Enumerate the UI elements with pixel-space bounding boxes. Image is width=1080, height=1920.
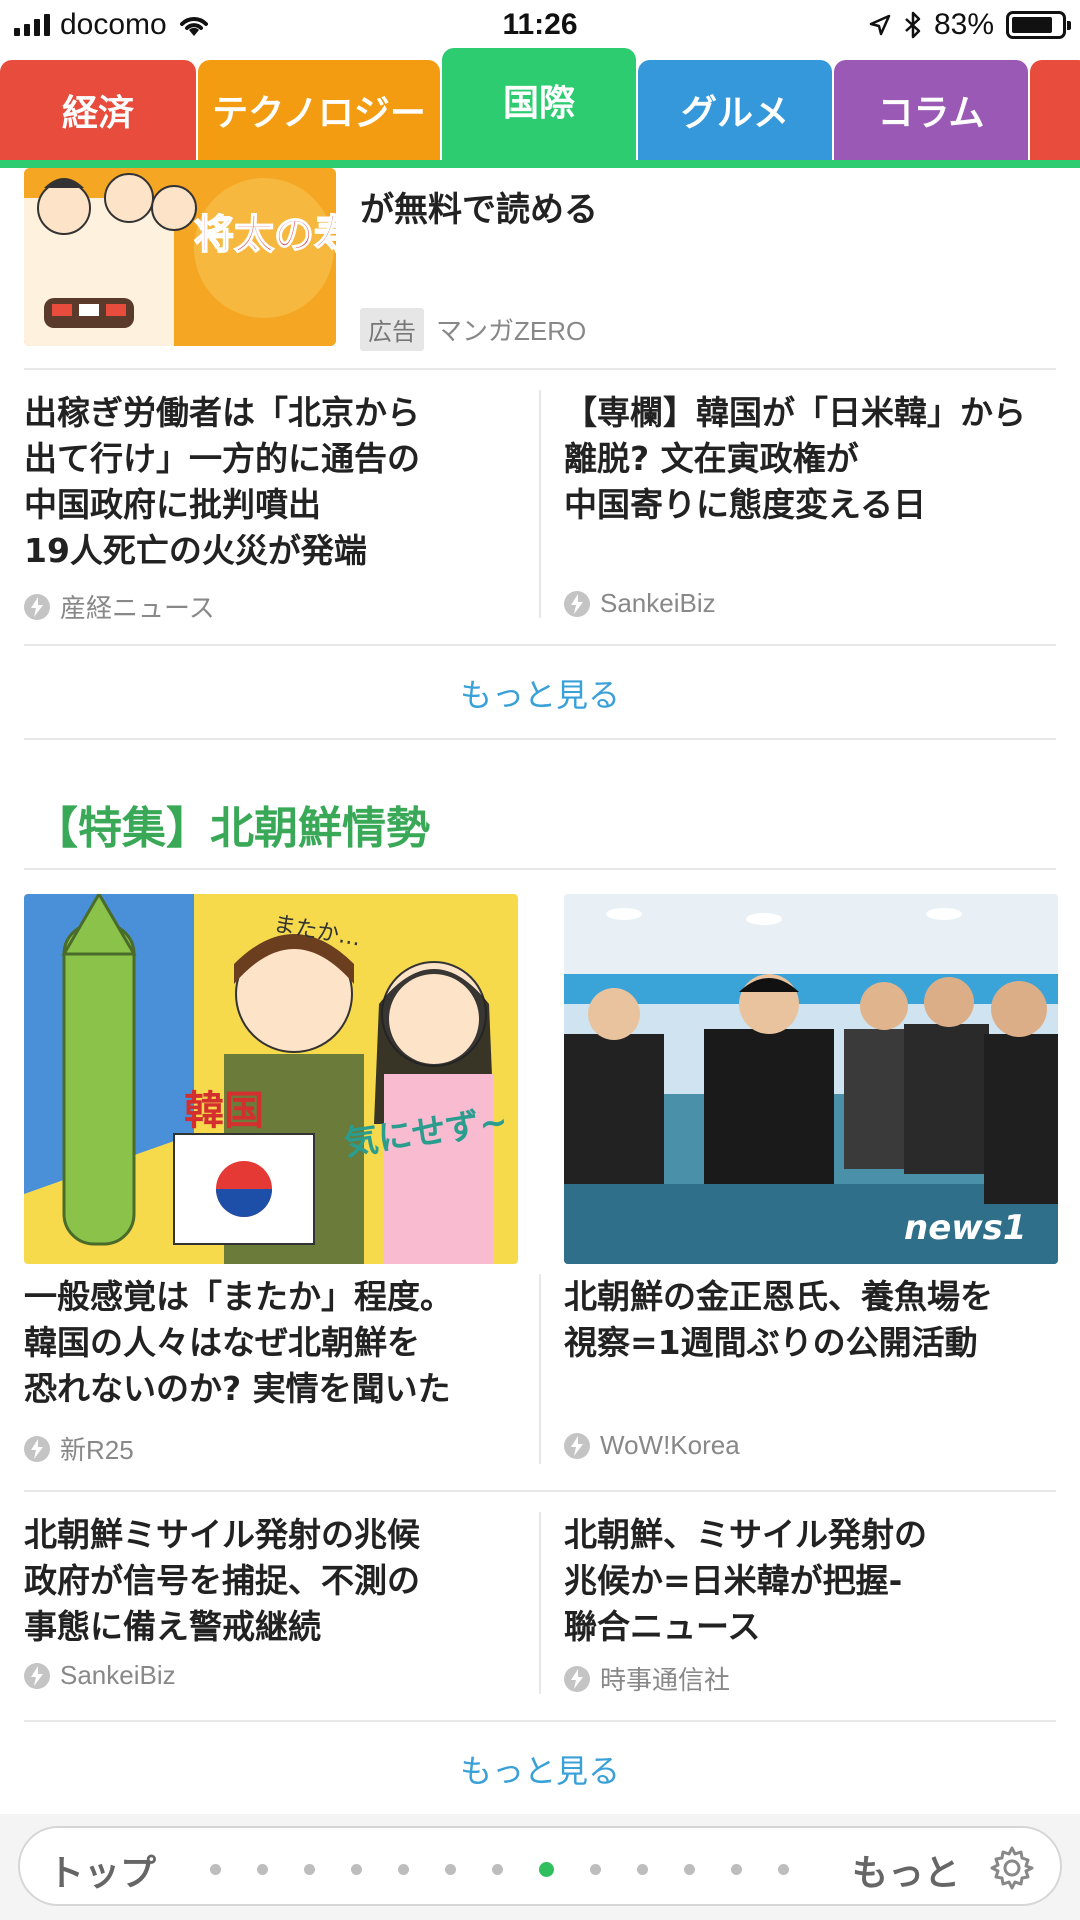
article-title: 一般感覚は「またか」程度。 韓国の人々はなぜ北朝鮮を 恐れないのか? 実情を聞い…	[24, 1277, 453, 1408]
tab-next-partial[interactable]	[1030, 60, 1080, 160]
watermark: news1	[904, 1208, 1027, 1248]
lightning-icon	[24, 1435, 50, 1462]
tab-underline	[0, 160, 1080, 168]
source-name: 時事通信社	[600, 1665, 731, 1695]
more-button[interactable]: もっと見る	[0, 1746, 1080, 1792]
tab-label: テクノロジー	[212, 93, 426, 134]
tab-label: 経済	[61, 93, 134, 134]
page-dot-active[interactable]	[539, 1862, 554, 1877]
article-source: SankeiBiz	[564, 588, 716, 619]
tab-label: グルメ	[680, 93, 789, 134]
column-divider	[539, 1274, 541, 1464]
bluetooth-icon	[905, 11, 921, 39]
article-source: SankeiBiz	[24, 1660, 176, 1691]
lightning-icon	[564, 1432, 590, 1459]
source-name: 産経ニュース	[60, 593, 215, 623]
column-divider	[539, 1512, 541, 1694]
tab-column[interactable]: コラム	[834, 60, 1028, 160]
page-dot[interactable]	[445, 1864, 456, 1875]
source-name: SankeiBiz	[600, 588, 716, 618]
lightning-icon	[564, 590, 590, 617]
article-card[interactable]: 一般感覚は「またか」程度。 韓国の人々はなぜ北朝鮮を 恐れないのか? 実情を聞い…	[24, 1274, 524, 1412]
page-dot[interactable]	[210, 1864, 221, 1875]
section-title: 【特集】北朝鮮情勢	[34, 803, 430, 854]
tab-label: 国際	[502, 83, 575, 124]
page-dot[interactable]	[684, 1864, 695, 1875]
page-dot[interactable]	[257, 1864, 268, 1875]
ad-source: マンガZERO	[436, 316, 587, 346]
divider	[24, 1490, 1056, 1492]
article-title: 【専欄】韓国が「日米韓」から 離脱? 文在寅政権が 中国寄りに態度変える日	[564, 393, 1026, 524]
cartoon-illustration: 韓国 気にせず~ またか…	[24, 894, 518, 1264]
article-title: 出稼ぎ労働者は「北京から 出て行け」一方的に通告の 中国政府に批判噴出 19人死…	[24, 393, 420, 570]
tab-label: コラム	[877, 93, 985, 134]
tab-gourmet[interactable]: グルメ	[638, 60, 832, 160]
article-title: 北朝鮮ミサイル発射の兆候 政府が信号を捕捉、不測の 事態に備え警戒継続	[24, 1515, 420, 1646]
svg-text:韓国: 韓国	[184, 1088, 264, 1134]
battery-fill	[1012, 17, 1052, 33]
source-name: WoW!Korea	[600, 1430, 740, 1460]
more-button[interactable]: もっと見る	[0, 670, 1080, 716]
ad-title: が無料で読める	[360, 190, 598, 230]
page-dot[interactable]	[492, 1864, 503, 1875]
ad-row[interactable]: 将太の寿 が無料で読める 広告 マンガZERO	[0, 168, 1080, 368]
divider	[24, 368, 1056, 370]
page-dots[interactable]	[210, 1862, 789, 1877]
divider	[24, 1720, 1056, 1722]
svg-text:将太の寿: 将太の寿	[194, 212, 336, 258]
article-source: WoW!Korea	[564, 1430, 740, 1461]
page-dot[interactable]	[304, 1864, 315, 1875]
page-dot[interactable]	[731, 1864, 742, 1875]
status-bar: docomo 11:26 83%	[0, 0, 1080, 52]
top-button[interactable]: トップ	[48, 1844, 156, 1896]
article-card[interactable]: 出稼ぎ労働者は「北京から 出て行け」一方的に通告の 中国政府に批判噴出 19人死…	[24, 390, 524, 574]
divider	[24, 738, 1056, 740]
battery-icon	[1006, 11, 1071, 39]
tab-technology[interactable]: テクノロジー	[198, 60, 440, 160]
tab-economy[interactable]: 経済	[0, 60, 196, 160]
lightning-icon	[24, 1662, 50, 1689]
status-right: 83%	[868, 8, 1071, 42]
battery-percent: 83%	[933, 8, 994, 41]
article-card[interactable]: 北朝鮮、ミサイル発射の 兆候か=日米韓が把握- 聯合ニュース	[564, 1512, 1064, 1650]
article-photo[interactable]: news1	[564, 894, 1058, 1264]
tab-international[interactable]: 国際	[442, 48, 636, 160]
article-card[interactable]: 北朝鮮ミサイル発射の兆候 政府が信号を捕捉、不測の 事態に備え警戒継続	[24, 1512, 524, 1650]
article-source: 新R25	[24, 1430, 134, 1467]
article-card[interactable]: 北朝鮮の金正恩氏、養魚場を 視察=1週間ぶりの公開活動	[564, 1274, 1064, 1366]
page-dot[interactable]	[590, 1864, 601, 1875]
category-tabs: 経済 テクノロジー 国際 グルメ コラム	[0, 46, 1080, 168]
source-name: 新R25	[60, 1435, 134, 1465]
article-title: 北朝鮮、ミサイル発射の 兆候か=日米韓が把握- 聯合ニュース	[564, 1515, 927, 1646]
ad-meta: 広告 マンガZERO	[360, 308, 586, 351]
gear-icon[interactable]	[988, 1844, 1036, 1892]
divider	[24, 868, 1056, 870]
page-dot[interactable]	[398, 1864, 409, 1875]
bottom-bar: トップ もっと	[0, 1814, 1080, 1920]
article-source: 産経ニュース	[24, 588, 215, 625]
page-dot[interactable]	[778, 1864, 789, 1875]
page-navigator: トップ もっと	[18, 1826, 1062, 1906]
divider	[24, 644, 1056, 646]
article-source: 時事通信社	[564, 1660, 730, 1697]
location-arrow-icon	[869, 14, 891, 36]
article-photo[interactable]: 韓国 気にせず~ またか…	[24, 894, 518, 1264]
page-dot[interactable]	[637, 1864, 648, 1875]
news-photo: news1	[564, 894, 1058, 1264]
page-dot[interactable]	[351, 1864, 362, 1875]
more-tabs-button[interactable]: もっと	[852, 1844, 960, 1896]
ad-badge: 広告	[360, 308, 424, 351]
ad-thumbnail: 将太の寿	[24, 168, 336, 346]
lightning-icon	[564, 1665, 590, 1692]
lightning-icon	[24, 593, 50, 620]
source-name: SankeiBiz	[60, 1660, 176, 1690]
column-divider	[539, 390, 541, 618]
article-card[interactable]: 【専欄】韓国が「日米韓」から 離脱? 文在寅政権が 中国寄りに態度変える日	[564, 390, 1064, 528]
article-title: 北朝鮮の金正恩氏、養魚場を 視察=1週間ぶりの公開活動	[564, 1277, 993, 1362]
manga-illustration: 将太の寿	[24, 168, 336, 346]
